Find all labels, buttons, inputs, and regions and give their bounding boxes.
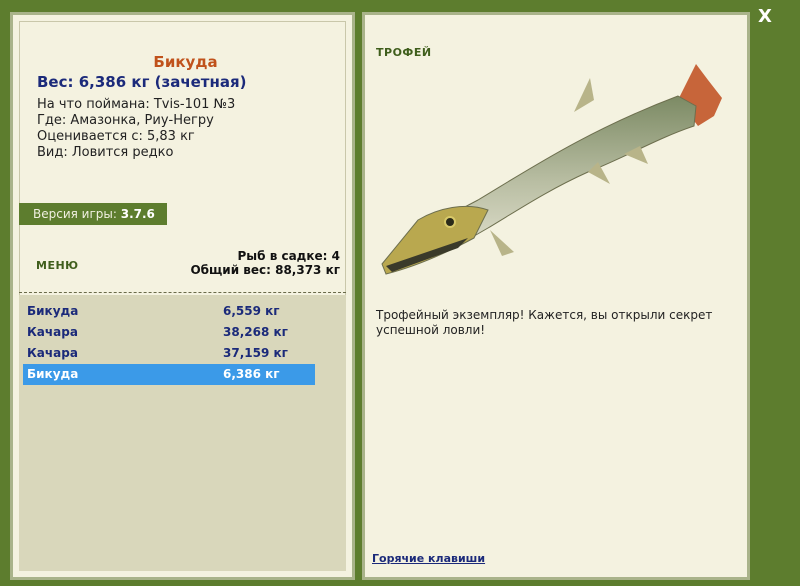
rarity-info: Вид: Ловится редко xyxy=(37,145,174,160)
list-item[interactable]: Качара 37,159 кг xyxy=(23,343,315,364)
list-item[interactable]: Бикуда 6,559 кг xyxy=(23,301,315,322)
rating-info: Оценивается с: 5,83 кг xyxy=(37,129,195,144)
list-item-name: Бикуда xyxy=(27,367,79,381)
location-info: Где: Амазонка, Риу-Негру xyxy=(37,113,214,128)
fish-image xyxy=(381,64,722,275)
list-item-weight: 37,159 кг xyxy=(223,346,288,360)
catch-list: Бикуда 6,559 кг Качара 38,268 кг Качара … xyxy=(19,295,346,571)
list-item-name: Качара xyxy=(27,346,78,360)
trophy-description: Трофейный экземпляр! Кажется, вы открыли… xyxy=(376,308,713,337)
version-label: Версия игры: xyxy=(33,207,117,221)
list-item-name: Качара xyxy=(27,325,78,339)
close-button[interactable]: X xyxy=(754,6,776,28)
list-item-weight: 6,559 кг xyxy=(223,304,280,318)
trophy-heading: ТРОФЕЙ xyxy=(376,46,432,59)
fish-info-panel: Бикуда Вес: 6,386 кг (зачетная) На что п… xyxy=(10,12,355,580)
list-item-weight: 6,386 кг xyxy=(223,367,280,381)
total-weight: Общий вес: 88,373 кг xyxy=(190,263,340,277)
hotkeys-link[interactable]: Горячие клавиши xyxy=(372,552,485,565)
pectoral-fin xyxy=(490,230,514,256)
menu-button[interactable]: МЕНЮ xyxy=(36,259,79,272)
fish-name: Бикуда xyxy=(153,53,218,71)
fish-eye xyxy=(444,216,456,228)
fish-weight: Вес: 6,386 кг (зачетная) xyxy=(37,73,247,91)
keepnet-stats: Рыб в садке: 4 Общий вес: 88,373 кг xyxy=(190,249,340,277)
list-item-weight: 38,268 кг xyxy=(223,325,288,339)
dorsal-fin xyxy=(574,78,594,112)
version-value: 3.7.6 xyxy=(120,207,155,221)
fish-count: Рыб в садке: 4 xyxy=(237,249,341,263)
list-item-selected[interactable]: Бикуда 6,386 кг xyxy=(23,364,315,385)
bait-info: На что поймана: Tvis-101 №3 xyxy=(37,97,236,112)
game-version-badge: Версия игры: 3.7.6 xyxy=(19,203,167,225)
divider xyxy=(19,292,346,293)
list-item[interactable]: Качара 38,268 кг xyxy=(23,322,315,343)
list-item-name: Бикуда xyxy=(27,304,79,318)
